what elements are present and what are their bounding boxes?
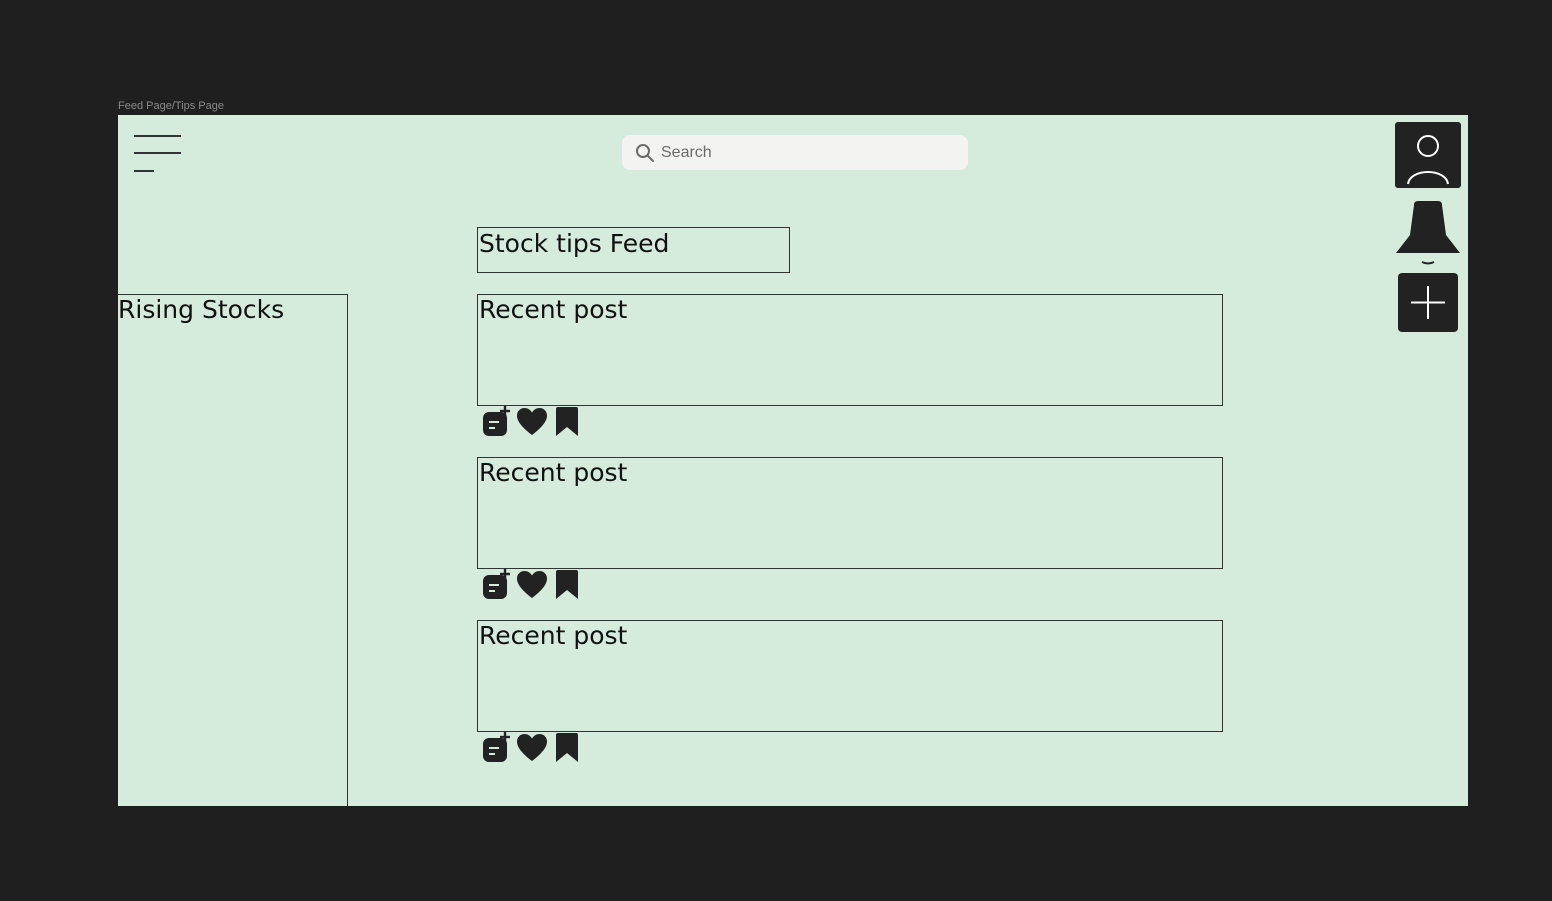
comment-add-icon[interactable] [481, 732, 513, 764]
heart-icon[interactable] [516, 569, 548, 601]
bookmark-icon[interactable] [551, 406, 583, 438]
heart-icon[interactable] [516, 732, 548, 764]
post-title: Recent post [479, 621, 628, 650]
bookmark-icon[interactable] [551, 569, 583, 601]
hamburger-menu-icon[interactable] [132, 134, 182, 174]
comment-add-icon[interactable] [481, 406, 513, 438]
design-canvas: Feed Page/Tips Page Search Stock tips Fe… [0, 0, 1552, 901]
post-actions [481, 406, 586, 438]
search-icon [636, 143, 654, 162]
new-post-button[interactable] [1398, 273, 1458, 332]
post-actions [481, 732, 586, 764]
bookmark-icon[interactable] [551, 732, 583, 764]
post-actions [481, 569, 586, 601]
heart-icon[interactable] [516, 406, 548, 438]
plus-icon [1411, 286, 1445, 319]
rising-stocks-title: Rising Stocks [118, 295, 285, 324]
search-bar[interactable] [622, 135, 968, 170]
post-title: Recent post [479, 458, 628, 487]
rising-stocks-panel: Rising Stocks [118, 294, 348, 806]
post-card[interactable]: Recent post [477, 457, 1223, 569]
search-input[interactable] [659, 142, 963, 163]
post-card[interactable]: Recent post [477, 294, 1223, 406]
notifications-button[interactable] [1394, 199, 1462, 267]
post-card[interactable]: Recent post [477, 620, 1223, 732]
frame-label: Feed Page/Tips Page [118, 100, 224, 112]
bell-icon [1396, 201, 1460, 265]
user-icon [1407, 135, 1449, 185]
profile-button[interactable] [1395, 122, 1461, 188]
comment-add-icon[interactable] [481, 569, 513, 601]
feed-title: Stock tips Feed [477, 227, 790, 273]
feed-page-frame: Stock tips Feed Rising Stocks Recent pos… [118, 115, 1468, 806]
post-title: Recent post [479, 295, 628, 324]
